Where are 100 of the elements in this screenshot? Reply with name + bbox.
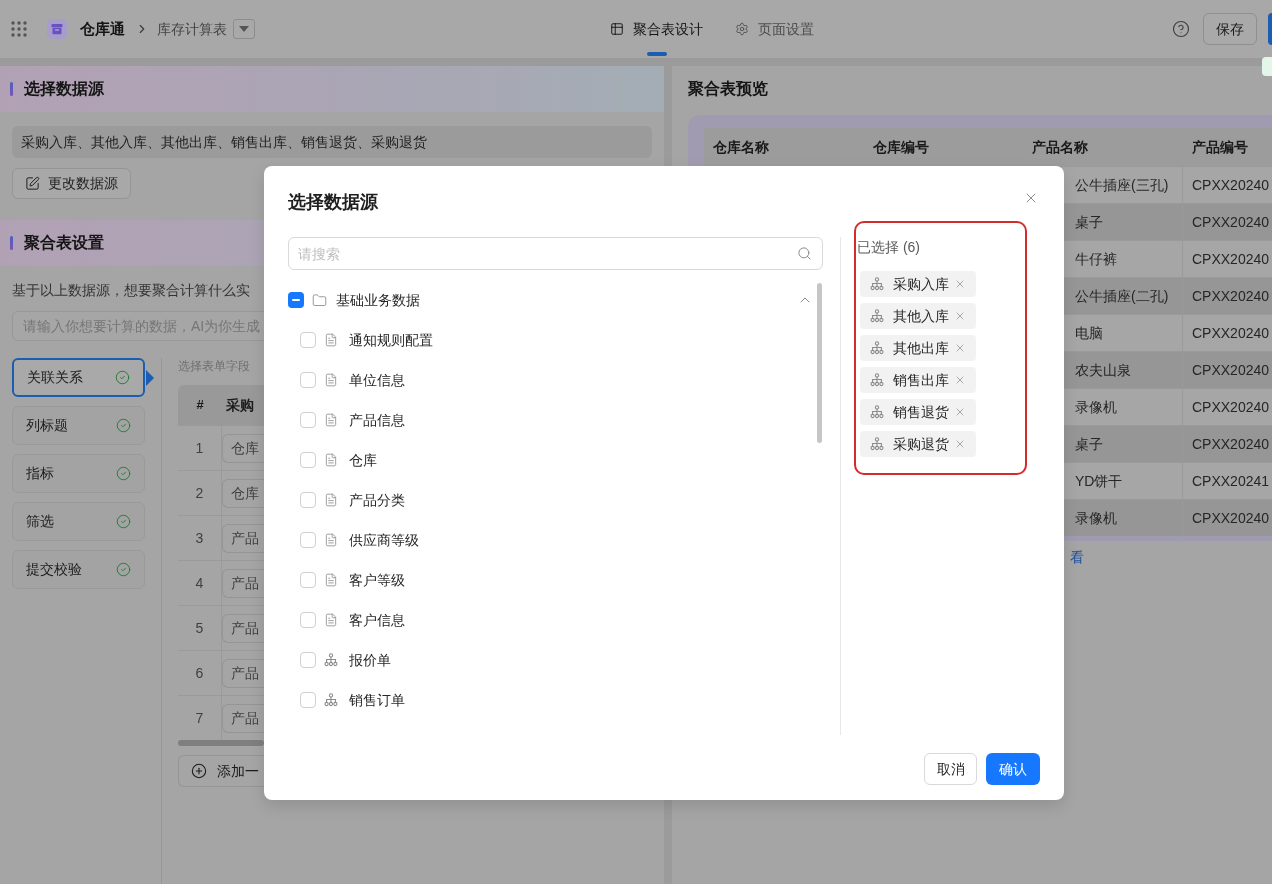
table-cell-text: CPXX20240: [1192, 360, 1270, 380]
remove-icon[interactable]: [954, 406, 966, 418]
change-source-button[interactable]: 更改数据源: [12, 168, 131, 199]
row-number: 3: [178, 515, 222, 561]
remove-icon[interactable]: [954, 278, 966, 290]
confirm-button[interactable]: 确认: [986, 753, 1040, 785]
document-icon: [324, 573, 338, 587]
tag-label: 销售出库: [893, 370, 949, 390]
tag-label: 采购退货: [893, 434, 949, 454]
table-cell-text: CPXX20240: [1192, 212, 1270, 232]
table-icon: [610, 22, 624, 36]
checkbox[interactable]: [300, 412, 316, 428]
column-header: 产品编号: [1191, 137, 1249, 157]
section-accent-bar: [10, 82, 13, 96]
document-icon: [324, 613, 338, 627]
data-source-field: 采购入库、其他入库、其他出库、销售出库、销售退货、采购退货: [12, 126, 652, 158]
tree-item-label[interactable]: 仓库: [349, 449, 377, 471]
column-header: 仓库编号: [872, 137, 930, 157]
table-cell-text: 录像机: [1075, 397, 1117, 417]
remove-icon[interactable]: [954, 374, 966, 386]
document-icon: [324, 333, 338, 347]
table-cell-text: 电脑: [1075, 323, 1103, 343]
search-icon: [797, 246, 812, 261]
selected-count: 已选择 (6): [857, 238, 920, 257]
tag-label: 采购入库: [893, 274, 949, 294]
table-cell-text: 农夫山泉: [1075, 360, 1131, 380]
section-title: 聚合表预览: [688, 79, 768, 99]
tree-item-label[interactable]: 客户信息: [349, 609, 405, 631]
table-cell-text: 桌子: [1075, 212, 1103, 232]
row-number: 5: [178, 605, 222, 651]
app-name: 仓库通: [80, 18, 125, 39]
checkbox[interactable]: [300, 332, 316, 348]
tree-item-label[interactable]: 销售订单: [349, 689, 405, 711]
table-cell-text: 录像机: [1075, 508, 1117, 528]
tree-item-label[interactable]: 产品分类: [349, 489, 405, 511]
checkbox[interactable]: [300, 652, 316, 668]
table-cell-text: CPXX20241: [1192, 471, 1270, 491]
checkbox[interactable]: [300, 612, 316, 628]
table-cell-text: CPXX20240: [1192, 249, 1270, 269]
tag-label: 销售退货: [893, 402, 949, 422]
hierarchy-icon: [870, 277, 884, 291]
remove-icon[interactable]: [954, 310, 966, 322]
search-field[interactable]: 请搜索: [288, 237, 823, 270]
tree-item-label[interactable]: 通知规则配置: [349, 329, 433, 351]
remove-icon[interactable]: [954, 438, 966, 450]
hierarchy-icon: [870, 437, 884, 451]
column-header: 仓库名称: [712, 137, 770, 157]
table-cell-text: 公牛插座(二孔): [1075, 286, 1169, 306]
section-title: 聚合表设置: [24, 233, 104, 253]
section-accent-bar: [10, 236, 13, 250]
gear-icon: [735, 22, 749, 36]
tree-item-label[interactable]: 基础业务数据: [336, 289, 420, 311]
tree-item-label[interactable]: 供应商等级: [349, 529, 419, 551]
table-cell-text: CPXX20240: [1192, 434, 1270, 454]
checkbox[interactable]: [300, 372, 316, 388]
hierarchy-icon: [324, 693, 338, 707]
vertical-scrollbar[interactable]: [817, 283, 822, 443]
tree-item-label[interactable]: 报价单: [349, 649, 391, 671]
remove-icon[interactable]: [954, 342, 966, 354]
checkbox[interactable]: [300, 692, 316, 708]
checkbox[interactable]: [300, 492, 316, 508]
hierarchy-icon: [870, 405, 884, 419]
edit-icon: [25, 176, 40, 191]
checkbox[interactable]: [300, 572, 316, 588]
row-number: 2: [178, 470, 222, 516]
checkbox[interactable]: [300, 452, 316, 468]
document-icon: [324, 533, 338, 547]
table-cell-text: 牛仔裤: [1075, 249, 1117, 269]
help-icon[interactable]: [1172, 20, 1190, 38]
app-grid-icon[interactable]: [11, 21, 27, 37]
primary-button[interactable]: [1268, 13, 1272, 45]
horizontal-scrollbar[interactable]: [178, 740, 264, 746]
row-number: 4: [178, 560, 222, 606]
step-tab[interactable]: 指标: [12, 454, 145, 493]
document-icon: [324, 413, 338, 427]
step-tab[interactable]: 列标题: [12, 406, 145, 445]
table-cell-text: CPXX20240: [1192, 508, 1270, 528]
caret-down-icon: [239, 26, 249, 32]
hierarchy-icon: [870, 341, 884, 355]
tab[interactable]: 聚合表设计: [610, 0, 703, 58]
column-header: 产品名称: [1031, 137, 1089, 157]
app-logo-icon: [47, 19, 67, 39]
tag-label: 其他入库: [893, 306, 949, 326]
hierarchy-icon: [870, 309, 884, 323]
step-tab[interactable]: 提交校验: [12, 550, 145, 589]
step-tab[interactable]: 筛选: [12, 502, 145, 541]
checkbox[interactable]: [288, 292, 304, 308]
table-cell-text: CPXX20240: [1192, 286, 1270, 306]
breadcrumb-link[interactable]: 库存计算表: [157, 18, 227, 40]
notice-tag: [1262, 57, 1272, 76]
tree-item-label[interactable]: 客户等级: [349, 569, 405, 591]
cancel-button[interactable]: 取消: [924, 753, 977, 785]
plus-circle-icon: [191, 763, 207, 779]
save-button[interactable]: 保存: [1203, 13, 1257, 45]
dropdown-button[interactable]: [233, 19, 255, 39]
tree-item-label[interactable]: 产品信息: [349, 409, 405, 431]
tab[interactable]: 页面设置: [735, 0, 814, 58]
checkbox[interactable]: [300, 532, 316, 548]
step-tab[interactable]: 关联关系: [12, 358, 145, 397]
tree-item-label[interactable]: 单位信息: [349, 369, 405, 391]
